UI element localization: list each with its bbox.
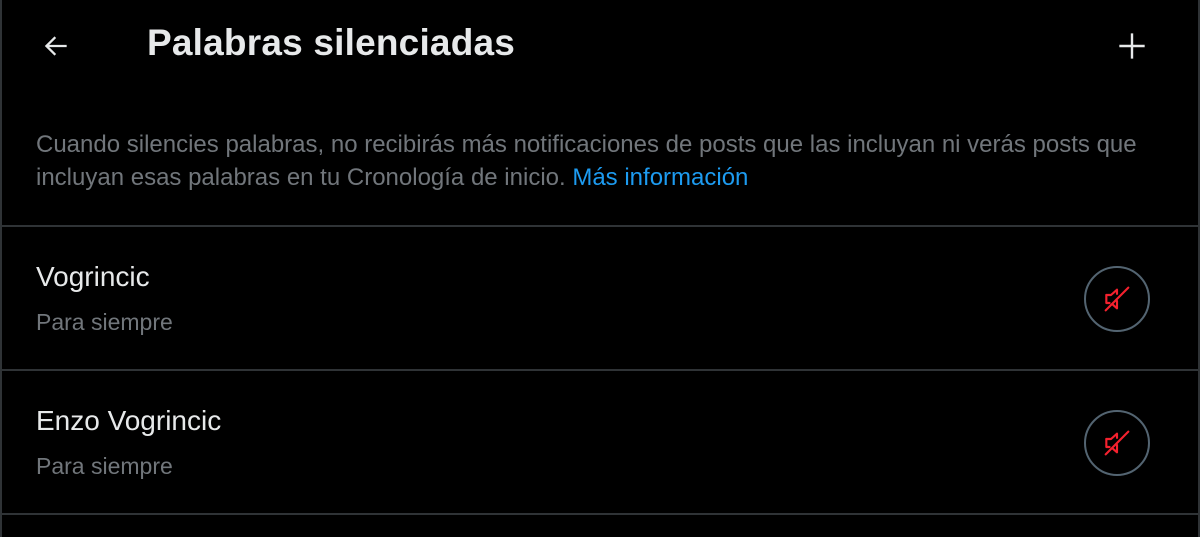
divider: [2, 513, 1198, 515]
muted-word: Vogrincic: [36, 261, 150, 292]
add-muted-word-button[interactable]: [1102, 16, 1162, 76]
back-button[interactable]: [26, 16, 86, 76]
learn-more-link[interactable]: Más información: [572, 164, 748, 191]
arrow-left-icon: [44, 36, 67, 56]
muted-word-row[interactable]: Vogrincic Para siempre: [2, 227, 1198, 369]
speaker-muted-icon: [1104, 286, 1130, 312]
muted-words-panel: Palabras silenciadas Cuando silencies pa…: [0, 0, 1200, 537]
unmute-button[interactable]: [1084, 266, 1150, 332]
plus-icon: [1119, 33, 1145, 59]
header: Palabras silenciadas: [2, 0, 1198, 94]
mute-duration: Para siempre: [36, 453, 173, 479]
page-title: Palabras silenciadas: [147, 22, 516, 63]
muted-word: Enzo Vogrincic: [36, 405, 222, 436]
description: Cuando silencies palabras, no recibirás …: [36, 128, 1156, 194]
speaker-muted-icon: [1104, 430, 1130, 456]
muted-word-row[interactable]: Enzo Vogrincic Para siempre: [2, 371, 1198, 513]
unmute-button[interactable]: [1084, 410, 1150, 476]
mute-duration: Para siempre: [36, 309, 173, 335]
